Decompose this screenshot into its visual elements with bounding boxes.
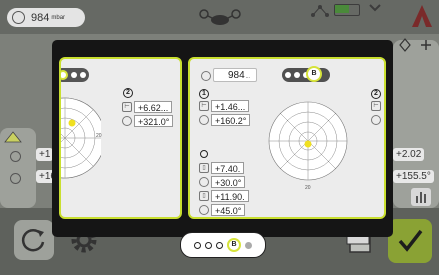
pressure-readout: 984 mbar: [7, 8, 85, 27]
azimuth-icon: [199, 115, 209, 125]
ref-value-1: +7.40.: [211, 162, 245, 174]
mode-selector[interactable]: B: [282, 66, 330, 82]
reference-icon: [200, 150, 208, 158]
sensor-1-azimuth: +160.2°: [211, 114, 251, 126]
inclination-icon: ⊢: [371, 101, 381, 111]
sensor-card-right[interactable]: 984... B 1 ⊢ +1.46... +160.2° ▯ +7.40. +…: [188, 57, 386, 219]
sensor-number-badge: 2: [123, 88, 133, 98]
page-dot[interactable]: [205, 241, 212, 249]
azimuth-icon: [10, 173, 21, 184]
sensor-card-left[interactable]: 20 2 ⊢ +6.62... +321.0°: [59, 57, 182, 219]
background-right-value-1: +2.02: [393, 148, 425, 161]
page-dot[interactable]: [194, 241, 201, 249]
mode-dot: [71, 72, 77, 78]
mode-dot: [285, 72, 291, 78]
chevron-down-icon[interactable]: [368, 2, 382, 14]
chart-icon[interactable]: [411, 188, 431, 206]
pressure-icon: [201, 71, 211, 81]
azimuth-icon: [122, 116, 132, 126]
azimuth-icon: [371, 115, 381, 125]
inclination-value: +6.62...: [134, 101, 173, 113]
pressure-unit: ...: [245, 74, 250, 80]
mode-dot: [294, 72, 300, 78]
ref-value-2: +30.0°: [211, 176, 246, 188]
battery-icon: [334, 4, 360, 16]
reset-button[interactable]: [14, 220, 54, 260]
pressure-unit: mbar: [51, 14, 66, 21]
inclination-icon: [10, 151, 21, 162]
pressure-value: 984...: [213, 68, 257, 82]
mode-badge: B: [306, 66, 322, 82]
plot-tick-label: 20: [96, 133, 102, 139]
sensor-1-number: 1: [199, 89, 209, 99]
logo-icon: [412, 5, 432, 27]
ref-inclination-icon: ▯: [199, 163, 209, 173]
ref-value-4: +45.0°: [211, 204, 246, 216]
mode-selected-dot: [61, 70, 68, 80]
plot-tick-label: 20: [305, 185, 311, 191]
page-dot[interactable]: [245, 241, 252, 249]
mode-selector-left[interactable]: [61, 68, 89, 82]
ref-value-3: +11.90.: [211, 190, 249, 202]
pressure-icon: [12, 11, 25, 24]
reset-icon: [21, 229, 45, 252]
ref-inclination-icon: ▯: [199, 191, 209, 201]
zoom-controls[interactable]: [399, 38, 437, 52]
link-icon: [311, 5, 329, 17]
target-plot-left: [61, 97, 101, 179]
sensor-1-inclination: +1.46...: [211, 100, 250, 112]
confirm-button[interactable]: [388, 219, 432, 263]
target-plot: [268, 101, 348, 181]
ref-azimuth-icon: [199, 205, 209, 215]
mode-dot: [80, 72, 86, 78]
inclination-icon: ⊢: [122, 102, 132, 112]
inclination-icon: ⊢: [199, 101, 209, 111]
azimuth-value: +321.0°: [134, 115, 174, 127]
ref-azimuth-icon: [199, 177, 209, 187]
background-right-value-2: +155.5°: [393, 170, 434, 183]
sensor-2-number: 2: [371, 89, 381, 99]
page-dot-selected[interactable]: B: [227, 238, 241, 252]
warning-icon: [4, 131, 22, 143]
page-indicator[interactable]: B: [180, 232, 266, 258]
background-left-value-1: +1: [36, 148, 54, 161]
page-dot[interactable]: [216, 241, 223, 249]
drone-icon: [199, 9, 241, 25]
pressure-value-text: 984: [228, 70, 245, 81]
confirm-icon: [398, 229, 423, 252]
pressure-value: 984: [31, 11, 50, 24]
